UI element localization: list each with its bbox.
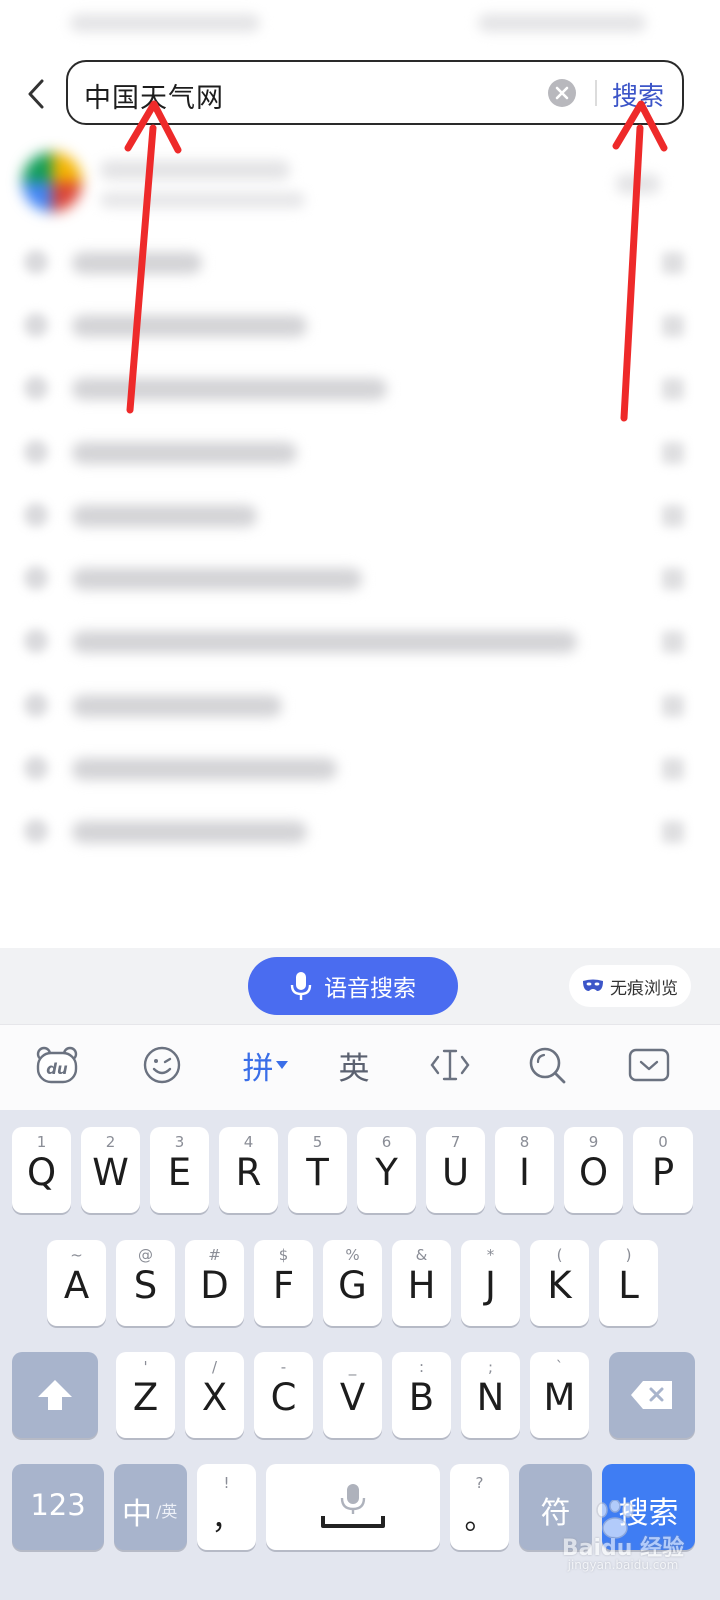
- search-icon: [24, 756, 48, 780]
- backspace-icon: [631, 1381, 672, 1409]
- annotation-arrow-left: [126, 124, 157, 414]
- key-p[interactable]: 0P: [633, 1127, 693, 1213]
- english-label: 英: [338, 1050, 370, 1087]
- search-icon: [24, 693, 48, 717]
- key-s[interactable]: @ S: [116, 1240, 175, 1326]
- arrow-icon[interactable]: [662, 631, 684, 653]
- incognito-label: 无痕浏览: [610, 978, 678, 999]
- suggestion-text: [72, 821, 307, 843]
- mask-icon: [583, 979, 603, 991]
- key-k[interactable]: (K: [530, 1240, 589, 1326]
- key-w[interactable]: 2W: [81, 1127, 140, 1213]
- key-z[interactable]: ' Z: [116, 1352, 175, 1438]
- key-a[interactable]: ~ A: [47, 1240, 106, 1326]
- arrow-icon[interactable]: [662, 695, 684, 717]
- search-icon[interactable]: [525, 1040, 569, 1090]
- lang-sub-label: /英: [156, 1502, 178, 1521]
- numbers-key[interactable]: 123: [12, 1464, 104, 1550]
- microphone-icon: [290, 972, 312, 1000]
- shift-key[interactable]: [12, 1352, 98, 1438]
- arrow-icon[interactable]: [662, 568, 684, 590]
- key-g[interactable]: % G: [323, 1240, 382, 1326]
- key-d[interactable]: # D: [185, 1240, 244, 1326]
- key-h[interactable]: & H: [392, 1240, 451, 1326]
- key-q[interactable]: 1Q: [12, 1127, 71, 1213]
- arrow-icon[interactable]: [662, 758, 684, 780]
- svg-text:du: du: [46, 1060, 68, 1078]
- suggestion-item[interactable]: [0, 483, 720, 547]
- suggestion-text: [72, 631, 577, 653]
- key-o[interactable]: 9O: [564, 1127, 623, 1213]
- voice-search-button[interactable]: 语音搜索: [248, 957, 458, 1015]
- suggestion-text: [72, 758, 337, 780]
- period-key[interactable]: ? 。: [450, 1464, 509, 1550]
- watermark: Baidu 经验 jingyan.baidu.com: [538, 1500, 708, 1580]
- suggestion-item[interactable]: [0, 609, 720, 673]
- arrow-icon[interactable]: [662, 821, 684, 843]
- pinyin-label: 拼: [242, 1050, 274, 1087]
- suggestion-item[interactable]: [0, 736, 720, 800]
- key-e[interactable]: 3E: [150, 1127, 209, 1213]
- key-u[interactable]: 7U: [426, 1127, 485, 1213]
- key-r[interactable]: 4R: [219, 1127, 278, 1213]
- search-icon: [24, 503, 48, 527]
- key-m[interactable]: ` M: [530, 1352, 589, 1438]
- suggestion-text: [72, 695, 282, 717]
- annotation-arrow-right: [620, 124, 644, 422]
- du-bear-icon[interactable]: du: [33, 1040, 81, 1090]
- search-icon: [24, 819, 48, 843]
- hide-keyboard-icon[interactable]: [627, 1040, 671, 1090]
- key-l[interactable]: ) L: [599, 1240, 658, 1326]
- key-c[interactable]: -C: [254, 1352, 313, 1438]
- shift-arrow-icon: [38, 1380, 72, 1410]
- key-v[interactable]: _ V: [323, 1352, 382, 1438]
- annotation-arrows: [124, 100, 668, 422]
- key-i[interactable]: 8I: [495, 1127, 554, 1213]
- space-key[interactable]: [266, 1464, 440, 1550]
- key-x[interactable]: / X: [185, 1352, 244, 1438]
- key-y[interactable]: 6Y: [357, 1127, 416, 1213]
- pinyin-mode-toggle[interactable]: 拼: [236, 1040, 294, 1090]
- incognito-button[interactable]: 无痕浏览: [569, 965, 691, 1007]
- suggestion-text: [72, 568, 362, 590]
- key-n[interactable]: ; N: [461, 1352, 520, 1438]
- key-t[interactable]: 5T: [288, 1127, 347, 1213]
- key-j[interactable]: * J: [461, 1240, 520, 1326]
- search-icon: [24, 629, 48, 653]
- watermark-url: jingyan.baidu.com: [567, 1558, 679, 1572]
- search-icon: [24, 566, 48, 590]
- cursor-edit-icon[interactable]: [428, 1040, 472, 1090]
- space-mic-icon: [321, 1484, 385, 1528]
- suggestion-text: [72, 505, 257, 527]
- arrow-icon[interactable]: [662, 505, 684, 527]
- lang-main-label: 中: [122, 1497, 152, 1532]
- key-b[interactable]: :B: [392, 1352, 451, 1438]
- voice-search-label: 语音搜索: [324, 976, 416, 1002]
- language-switch-key[interactable]: 中 /英: [114, 1464, 187, 1550]
- english-mode-toggle[interactable]: 英: [332, 1040, 376, 1090]
- suggestion-item[interactable]: [0, 799, 720, 863]
- emoji-icon[interactable]: [140, 1040, 184, 1090]
- caret-down-icon: [275, 1061, 288, 1069]
- comma-key[interactable]: ! ，: [197, 1464, 256, 1550]
- suggestion-item[interactable]: [0, 546, 720, 610]
- suggestion-item[interactable]: [0, 673, 720, 737]
- key-f[interactable]: $ F: [254, 1240, 313, 1326]
- backspace-key[interactable]: [609, 1352, 695, 1438]
